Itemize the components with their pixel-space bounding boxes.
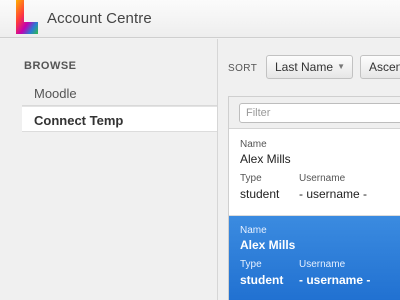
name-label: Name [240, 225, 267, 236]
name-value: Alex Mills [240, 152, 291, 166]
sidebar-item-connect-temp[interactable]: Connect Temp [22, 106, 218, 132]
list-item[interactable]: Name Alex Mills Type Username student - … [229, 130, 400, 216]
browse-heading: BROWSE [24, 60, 77, 72]
sidebar-item-moodle[interactable]: Moodle [22, 80, 218, 106]
sort-field-select[interactable]: Last Name ▼ [266, 55, 353, 79]
chevron-down-icon: ▼ [337, 62, 345, 71]
sort-label: SORT [228, 63, 258, 74]
username-value: - username - [299, 187, 368, 201]
accounts-panel: Name Alex Mills Type Username student - … [228, 96, 400, 300]
list-item-selected[interactable]: Name Alex Mills Type Username student - … [229, 216, 400, 300]
app-title: Account Centre [47, 10, 152, 27]
username-value: - username - [299, 273, 371, 287]
sidebar: BROWSE Moodle Connect Temp [0, 39, 218, 300]
username-label: Username [299, 259, 346, 270]
filter-input[interactable] [239, 103, 400, 123]
app-logo-icon [16, 0, 38, 34]
type-label: Type [240, 173, 262, 184]
name-label: Name [240, 139, 267, 150]
filter-bar [229, 97, 400, 129]
type-value: student [240, 273, 284, 287]
sort-order-value: Ascend [369, 60, 400, 74]
main-content: SORT Last Name ▼ Ascend Name Alex Mills … [217, 39, 400, 300]
sort-order-select[interactable]: Ascend [360, 55, 400, 79]
username-label: Username [299, 173, 346, 184]
name-value: Alex Mills [240, 238, 296, 252]
type-label: Type [240, 259, 262, 270]
title-bar: Account Centre [0, 0, 400, 38]
type-value: student [240, 187, 280, 201]
sort-field-value: Last Name [275, 60, 334, 74]
